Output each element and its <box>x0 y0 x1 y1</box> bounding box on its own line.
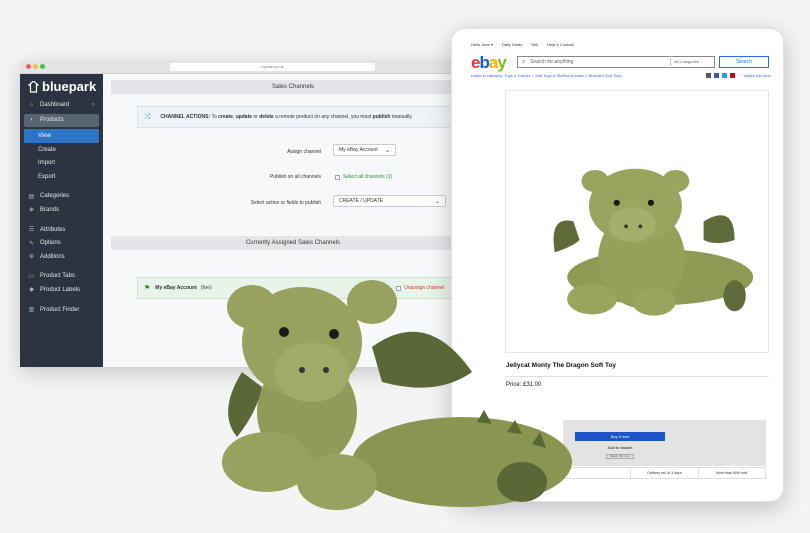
sidebar-item-label: Product Tabs <box>40 273 75 280</box>
add-to-basket-button[interactable]: Add to basket <box>575 444 665 451</box>
channel-name: My eBay Account <box>155 285 197 291</box>
maximize-dot-icon[interactable] <box>40 64 45 69</box>
sidebar-item-label: Export <box>38 173 56 180</box>
sold-percentage: More than 60% sold <box>697 468 765 478</box>
search-icon: ⌕ <box>522 58 526 65</box>
sidebar-item-dashboard[interactable]: ⌂ Dashboard » <box>20 98 103 112</box>
address-bar[interactable]: mysite.co.uk <box>170 63 375 71</box>
browser-chrome: mysite.co.uk <box>20 60 475 74</box>
publish-all-label: Publish on all channels <box>269 174 321 180</box>
select-all-channels-checkbox[interactable]: Select all channels (1) <box>335 174 392 180</box>
sidebar-item-label: Products <box>40 117 64 124</box>
sidebar-subitem-view[interactable]: View <box>24 129 99 143</box>
sidebar-item-label: Create <box>38 146 57 153</box>
search-placeholder: Search for anything <box>530 59 574 65</box>
assign-channel-label: Assign channel <box>287 149 321 155</box>
publish-action-label: Select action or fields to publish <box>250 200 321 206</box>
buy-box <box>563 420 766 466</box>
email-icon[interactable] <box>706 73 712 78</box>
assigned-channels-heading: Currently Assigned Sales Channels <box>111 236 475 250</box>
tag-icon: ◈ <box>29 207 34 214</box>
channel-actions-notice: ⤨ CHANNEL ACTIONS: To create, update or … <box>137 106 475 128</box>
delivery-estimate: Delivery est. in 3 days <box>630 468 697 478</box>
search-button[interactable]: Search <box>719 56 769 68</box>
sidebar-item-label: Product Finder <box>40 306 80 313</box>
plus-circle-icon: ⊕ <box>28 254 35 261</box>
twitter-icon[interactable] <box>722 73 728 78</box>
assign-channel-select[interactable]: My eBay Account ⌄ <box>333 144 396 156</box>
shuffle-icon: ⤨ <box>144 112 151 121</box>
sidebar-item-label: Categories <box>40 193 70 200</box>
delivery-info-row: Delivery est. in 3 days More than 60% so… <box>563 467 766 479</box>
sidebar-item-products[interactable]: ‹ Products <box>24 113 99 128</box>
label-icon: ◆ <box>29 287 34 294</box>
sidebar-item-product-tabs[interactable]: ▭ Product Tabs <box>20 270 103 284</box>
daily-deals-link[interactable]: Daily Deals <box>502 40 522 50</box>
heart-icon: ♡ <box>738 73 742 78</box>
help-link[interactable]: Help & Contact <box>547 40 574 50</box>
dragon-toy-overlay-photo <box>222 280 572 510</box>
select-value: My eBay Account <box>339 147 378 153</box>
sidebar-item-label: Product Labels <box>40 286 81 293</box>
facebook-icon[interactable] <box>714 73 720 78</box>
sidebar-item-categories[interactable]: ▤ Categories <box>20 190 103 204</box>
sidebar-item-additions[interactable]: ⊕ Additions <box>20 250 103 264</box>
sidebar-item-label: Additions <box>40 253 65 260</box>
notice-text: CHANNEL ACTIONS: To create, update or de… <box>160 114 412 120</box>
account-menu[interactable]: Hello Jane ▾ <box>471 40 493 50</box>
sidebar-item-label: View <box>38 132 51 139</box>
admin-sidebar: bluepark ⌂ Dashboard » ‹ Products View C… <box>20 74 103 367</box>
checkbox-label: Select all channels (1) <box>343 174 393 180</box>
sidebar-item-label: Import <box>38 160 56 167</box>
filter-icon: ▥ <box>28 307 35 314</box>
flag-icon: ⚑ <box>144 285 151 292</box>
chevron-down-icon: ⌄ <box>384 147 390 154</box>
sidebar-item-label: Options <box>40 240 61 247</box>
watch-item-button[interactable]: Watch this item <box>606 454 634 459</box>
notice-label: CHANNEL ACTIONS: <box>160 114 211 120</box>
list-icon: ☰ <box>28 227 35 234</box>
chevron-down-icon: ⌄ <box>434 198 440 205</box>
sidebar-item-brands[interactable]: ◈ Brands <box>20 203 103 217</box>
category-select[interactable]: All Categories <box>670 56 715 68</box>
chevron-left-icon: ‹ <box>30 117 33 124</box>
close-dot-icon[interactable] <box>26 64 31 69</box>
stage: mysite.co.uk bluepark ⌂ Dashboard » ‹ Pr… <box>0 0 810 533</box>
sidebar-subitem-create[interactable]: Create <box>20 143 103 157</box>
wrench-icon: ✎ <box>28 240 35 247</box>
bluepark-logo-icon <box>28 80 39 93</box>
sidebar-item-label: Dashboard <box>40 101 70 108</box>
brand-logo[interactable]: bluepark <box>20 74 103 94</box>
sidebar-subitem-export[interactable]: Export <box>20 170 103 184</box>
publish-action-select[interactable]: CREATE / UPDATE ⌄ <box>333 195 446 207</box>
buy-it-now-button[interactable]: Buy it now <box>575 432 665 441</box>
sidebar-item-attributes[interactable]: ☰ Attributes <box>20 223 103 237</box>
share-and-watch: ♡ Watch this item <box>706 73 771 78</box>
folder-icon: ▤ <box>28 193 35 200</box>
collapse-icon[interactable]: » <box>92 102 95 108</box>
channel-status: (live) <box>200 285 212 291</box>
ebay-top-nav: Hello Jane ▾ Daily Deals Sell Help & Con… <box>467 40 574 50</box>
watch-item-link[interactable]: Watch this item <box>744 73 771 78</box>
section-heading: Sales Channels <box>111 80 475 94</box>
pinterest-icon[interactable] <box>730 73 736 78</box>
sidebar-item-label: Brands <box>40 206 60 213</box>
sell-link[interactable]: Sell <box>531 40 538 50</box>
brand-name: bluepark <box>42 79 97 94</box>
select-value: CREATE / UPDATE <box>339 198 383 204</box>
sidebar-item-label: Attributes <box>40 226 66 233</box>
sidebar-item-product-finder[interactable]: ▥ Product Finder <box>20 303 103 317</box>
sidebar-item-product-labels[interactable]: ◆ Product Labels <box>20 283 103 297</box>
sidebar-item-options[interactable]: ✎ Options <box>20 236 103 250</box>
ebay-logo[interactable]: ebay <box>471 53 507 73</box>
checkbox-icon[interactable] <box>335 174 340 180</box>
home-icon: ⌂ <box>29 101 34 108</box>
tabs-icon: ▭ <box>28 273 35 280</box>
minimize-dot-icon[interactable] <box>33 64 38 69</box>
breadcrumb[interactable]: Listed in category: Toys & Games > Soft … <box>471 73 621 78</box>
sidebar-subitem-import[interactable]: Import <box>20 156 103 170</box>
